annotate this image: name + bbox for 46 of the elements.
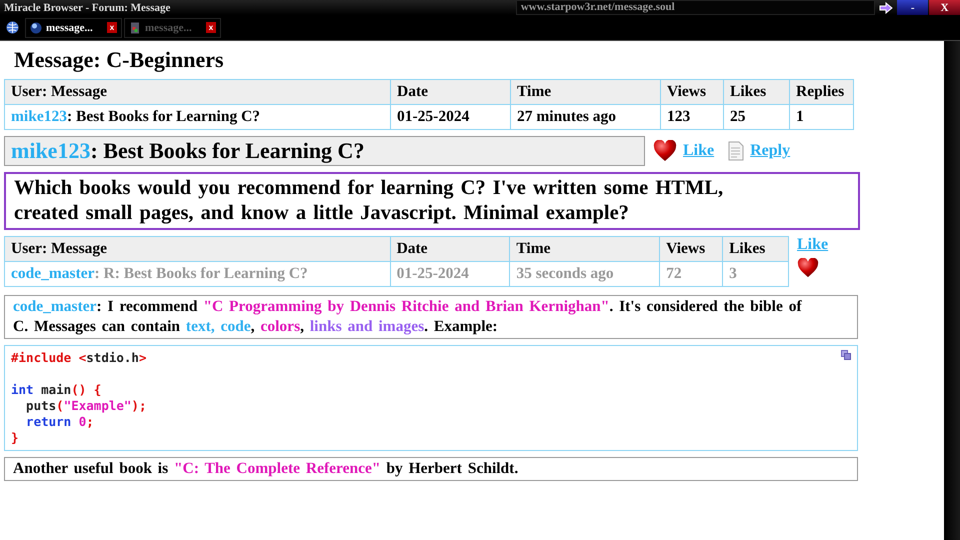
- column-header: Time: [510, 80, 660, 104]
- thread-title: mike123: Best Books for Learning C?: [4, 136, 645, 166]
- table-cell: 01-25-2024: [390, 262, 510, 286]
- table-cell: 72: [660, 262, 723, 286]
- column-header: User: Message: [4, 236, 390, 262]
- column-header: Date: [390, 80, 510, 104]
- table-cell: 1: [790, 104, 854, 130]
- question-text: Which books would you recommend for learning C? I've written some HTML, created small pages, and know a little Javascript. Minimal example?: [4, 172, 860, 230]
- column-header: Views: [660, 236, 723, 262]
- heart-icon[interactable]: [797, 258, 819, 278]
- column-header: Views: [660, 80, 724, 104]
- column-header: Date: [390, 236, 510, 262]
- code-block: #include <stdio.h> int main() { puts("Example"); return 0; }: [4, 345, 858, 451]
- close-button[interactable]: X: [929, 0, 960, 15]
- table-cell: 35 seconds ago: [510, 262, 660, 286]
- copy-icon[interactable]: [841, 350, 851, 360]
- address-field[interactable]: www.starpow3r.net/message.soul: [516, 0, 876, 15]
- footer-text: Another useful book is "C: The Complete Reference" by Herbert Schildt.: [4, 457, 858, 481]
- sphere-icon: [30, 22, 42, 34]
- table-cell: code_master: R: Best Books for Learning C?: [4, 262, 390, 286]
- table-cell: 25: [724, 104, 790, 130]
- browser-tab[interactable]: message... x: [124, 18, 221, 38]
- minimize-button[interactable]: -: [897, 0, 928, 15]
- column-header: User: Message: [4, 80, 390, 104]
- heart-icon[interactable]: [653, 140, 677, 162]
- column-header: Likes: [724, 80, 790, 104]
- tab-close-button[interactable]: x: [107, 22, 117, 33]
- table-cell: 3: [722, 262, 788, 286]
- tab-close-button[interactable]: x: [206, 22, 216, 33]
- tab-label: message...: [46, 22, 94, 34]
- column-header: Replies: [790, 80, 854, 104]
- column-header: Likes: [722, 236, 788, 262]
- window-title: Miracle Browser - Forum: Message: [3, 2, 172, 14]
- table-cell: 123: [660, 104, 724, 130]
- document-icon: [129, 22, 141, 34]
- page-heading: Message: C-Beginners: [14, 47, 225, 73]
- table-cell: 01-25-2024: [390, 104, 510, 130]
- tab-label: message...: [145, 22, 193, 34]
- column-header: Time: [510, 236, 660, 262]
- scrollbar[interactable]: [944, 41, 960, 540]
- reply-text: code_master: I recommend "C Programming by Dennis Ritchie and Brian Kernighan". It's considered the bible of C. Messages can contain text, code, colors, links and images. Example:: [4, 295, 858, 339]
- browser-tab[interactable]: message... x: [25, 18, 122, 38]
- globe-icon[interactable]: [6, 21, 19, 34]
- table-cell: 27 minutes ago: [510, 104, 660, 130]
- arrow-icon[interactable]: [879, 2, 894, 14]
- table-cell: mike123: Best Books for Learning C?: [4, 104, 390, 130]
